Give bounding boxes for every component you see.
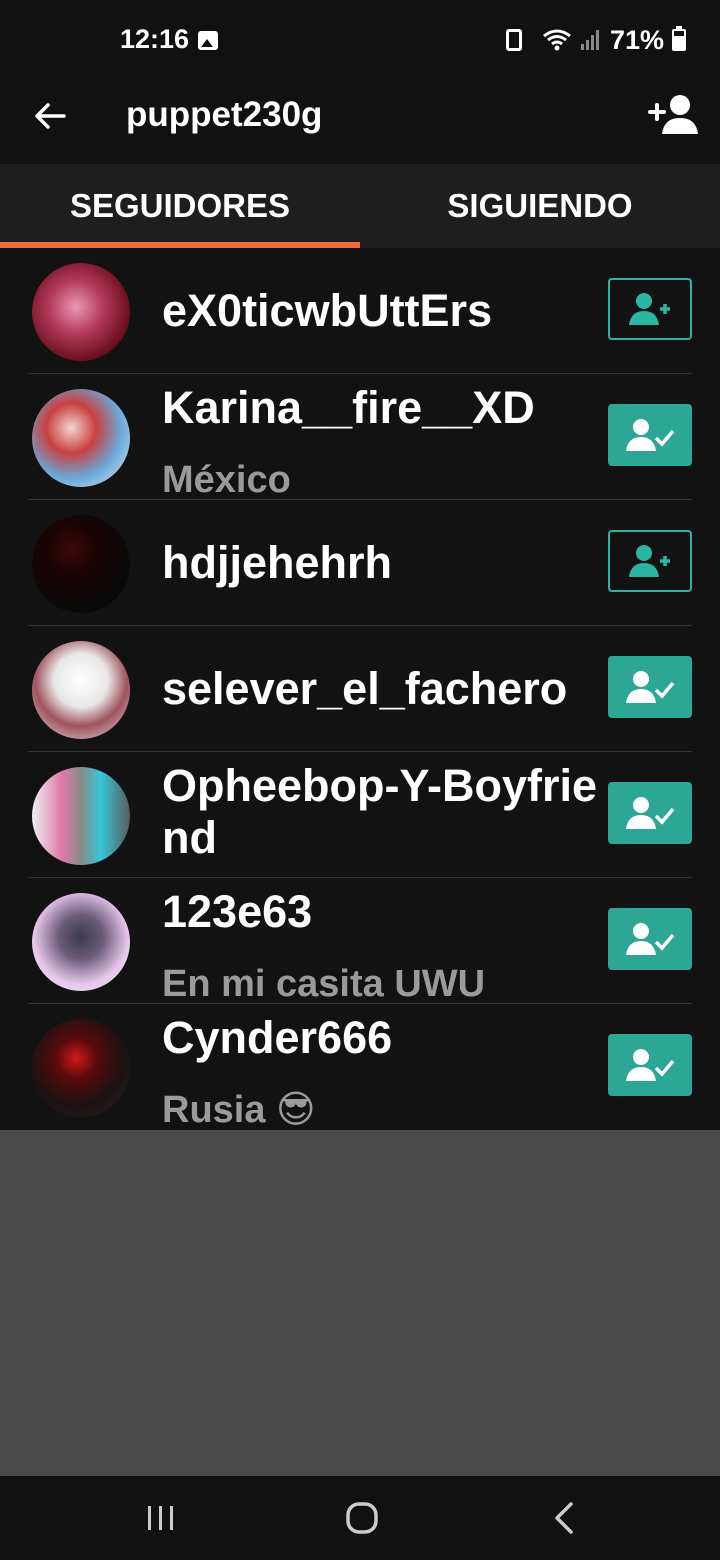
avatar[interactable] xyxy=(32,515,130,613)
add-user-button[interactable] xyxy=(648,92,700,138)
following-button[interactable] xyxy=(608,908,692,970)
avatar[interactable] xyxy=(32,1019,130,1117)
person-check-icon xyxy=(626,1049,675,1081)
following-button[interactable] xyxy=(608,656,692,718)
person-check-icon xyxy=(626,671,675,703)
signal-icon xyxy=(580,30,599,50)
follow-button[interactable] xyxy=(608,530,692,592)
tab-bar: SEGUIDORES SIGUIENDO xyxy=(0,164,720,248)
person-check-icon xyxy=(626,419,675,451)
user-location: Rusia 😎 xyxy=(162,1089,316,1131)
chevron-left-icon xyxy=(555,1502,573,1534)
list-item[interactable]: Cynder666 Rusia 😎 xyxy=(0,1004,720,1131)
follower-list: eX0ticwbUttErs Karina__fire__XD México h… xyxy=(0,248,720,1131)
tab-seguidores[interactable]: SEGUIDORES xyxy=(0,164,360,248)
user-name[interactable]: selever_el_fachero xyxy=(162,663,602,715)
home-icon xyxy=(346,1502,378,1534)
user-location: México xyxy=(162,459,291,501)
back-button[interactable] xyxy=(28,94,72,138)
avatar[interactable] xyxy=(32,641,130,739)
user-name[interactable]: Opheebop-Y-Boyfriend xyxy=(162,760,602,864)
user-name[interactable]: Cynder666 xyxy=(162,1012,602,1064)
list-item[interactable]: Karina__fire__XD México xyxy=(0,374,720,501)
app-bar: puppet230g xyxy=(0,80,720,164)
following-button[interactable] xyxy=(608,404,692,466)
person-check-icon xyxy=(626,797,675,829)
tab-siguiendo[interactable]: SIGUIENDO xyxy=(360,164,720,248)
user-name[interactable]: hdjjehehrh xyxy=(162,537,602,589)
avatar[interactable] xyxy=(32,389,130,487)
follow-button[interactable] xyxy=(608,278,692,340)
avatar[interactable] xyxy=(32,263,130,361)
status-time: 12:16 xyxy=(120,24,190,54)
arrow-left-icon xyxy=(35,103,66,129)
user-name[interactable]: eX0ticwbUttErs xyxy=(162,285,602,337)
following-button[interactable] xyxy=(608,782,692,844)
user-location: En mi casita UWU xyxy=(162,963,486,1005)
wifi-icon xyxy=(543,29,571,51)
add-person-icon xyxy=(629,545,670,577)
user-name[interactable]: Karina__fire__XD xyxy=(162,382,602,434)
add-person-icon xyxy=(648,95,698,134)
list-item[interactable]: Opheebop-Y-Boyfriend xyxy=(0,752,720,878)
battery-percentage: 71% xyxy=(609,24,664,55)
image-notification-icon xyxy=(198,31,218,50)
following-button[interactable] xyxy=(608,1034,692,1096)
back-nav-button[interactable] xyxy=(534,1496,594,1540)
list-item[interactable]: 123e63 En mi casita UWU xyxy=(0,878,720,1005)
avatar[interactable] xyxy=(32,767,130,865)
system-nav-bar xyxy=(0,1476,720,1560)
empty-area xyxy=(0,1130,720,1476)
person-check-icon xyxy=(626,923,675,955)
home-button[interactable] xyxy=(332,1496,392,1540)
list-item[interactable]: eX0ticwbUttErs xyxy=(0,248,720,374)
recycle-icon xyxy=(505,29,522,51)
list-item[interactable]: hdjjehehrh xyxy=(0,500,720,626)
recent-apps-button[interactable] xyxy=(131,1496,191,1540)
add-person-icon xyxy=(629,293,670,325)
list-item[interactable]: selever_el_fachero xyxy=(0,626,720,752)
recent-apps-icon xyxy=(148,1506,173,1530)
page-title: puppet230g xyxy=(126,95,323,134)
status-bar: 12:16 71% xyxy=(0,0,720,80)
status-indicators: 71% xyxy=(505,24,686,56)
avatar[interactable] xyxy=(32,893,130,991)
battery-icon xyxy=(672,26,686,51)
user-name[interactable]: 123e63 xyxy=(162,886,602,938)
